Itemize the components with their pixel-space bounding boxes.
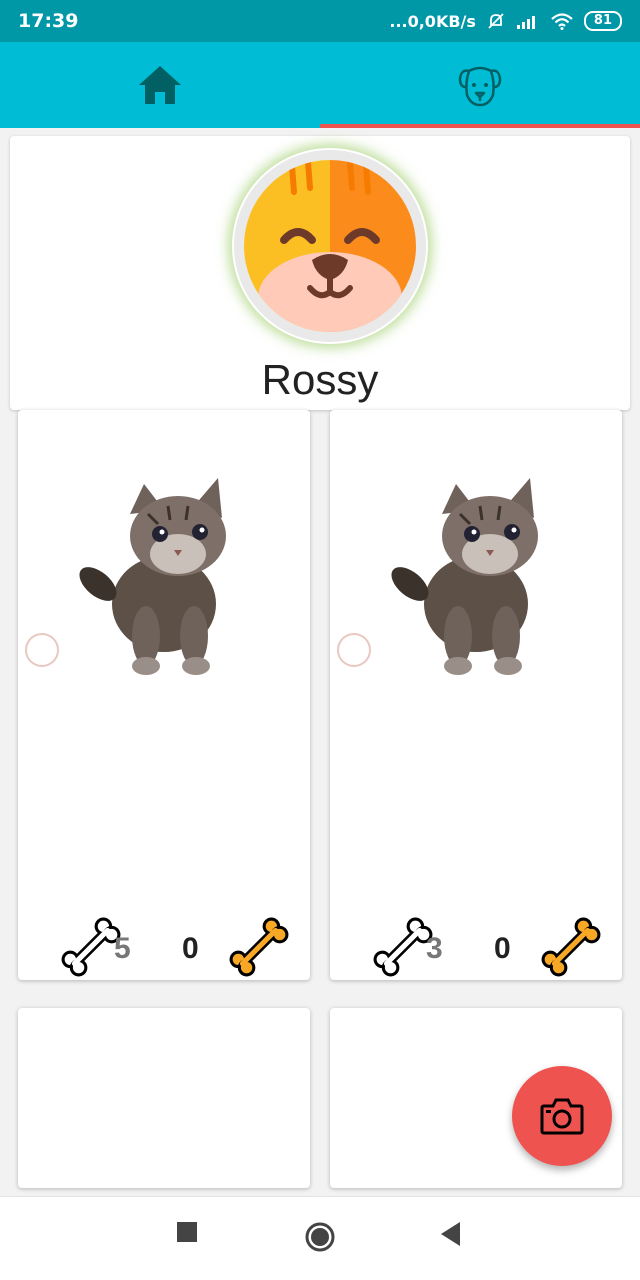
kitten-photo [330, 454, 622, 682]
post-footer: 3 0 [330, 910, 622, 980]
bell-off-icon [488, 13, 504, 29]
treat-count: 0 [494, 932, 511, 965]
bone-outline-icon[interactable] [372, 916, 434, 978]
bone-filled-icon[interactable] [540, 916, 602, 978]
post-card[interactable]: 5 0 [18, 410, 310, 980]
post-footer: 5 0 [18, 910, 310, 980]
home-icon [139, 66, 181, 104]
tab-pet[interactable] [320, 42, 640, 128]
treat-count: 0 [182, 932, 199, 965]
camera-button[interactable] [512, 1066, 612, 1166]
bone-filled-icon[interactable] [228, 916, 290, 978]
system-nav-bar [0, 1196, 640, 1280]
network-speed: ...0,0KB/s [389, 11, 476, 31]
kitten-photo [18, 454, 310, 682]
signal-icon [516, 16, 535, 29]
like-count: 5 [114, 932, 131, 965]
post-card[interactable]: 3 0 [330, 410, 622, 980]
profile-card: Rossy [10, 136, 630, 410]
back-triangle-icon[interactable] [440, 1221, 462, 1247]
wifi-icon [551, 13, 573, 30]
status-bar: 17:39 ...0,0KB/s 81 [0, 0, 640, 42]
cat-face-icon [234, 150, 426, 342]
post-card[interactable] [18, 1008, 310, 1188]
recents-square-icon[interactable] [176, 1221, 198, 1243]
battery-icon: 81 [583, 11, 622, 31]
dog-face-icon [458, 66, 502, 107]
avatar[interactable] [232, 148, 428, 344]
home-circle-icon[interactable] [304, 1221, 336, 1253]
tab-home[interactable] [0, 42, 320, 128]
status-indicators: ...0,0KB/s 81 [389, 11, 622, 31]
like-count: 3 [426, 932, 443, 965]
pet-name: Rossy [261, 356, 379, 403]
status-time: 17:39 [18, 10, 79, 32]
bone-outline-icon[interactable] [60, 916, 122, 978]
tab-bar [0, 42, 640, 128]
camera-icon [540, 1098, 584, 1135]
